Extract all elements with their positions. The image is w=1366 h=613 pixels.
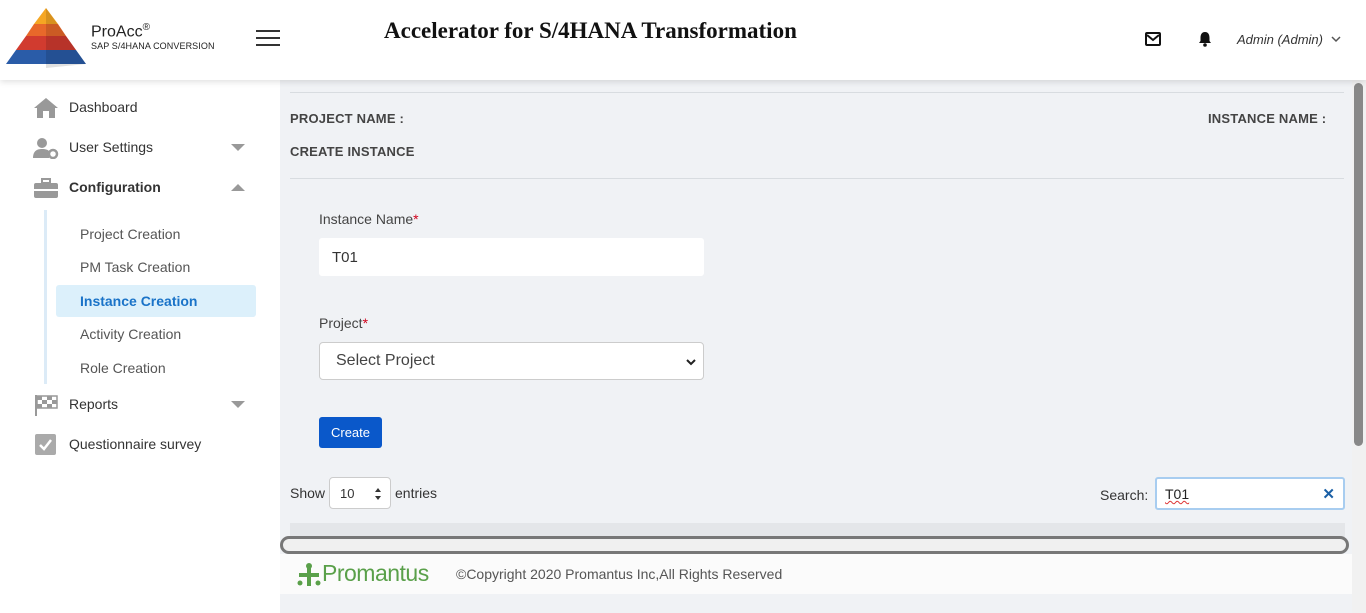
footer: Promantus ©Copyright 2020 Promantus Inc,… [280,554,1352,594]
submenu-item-label: Role Creation [80,360,166,376]
project-select-value: Select Project [336,352,435,369]
vertical-scrollbar[interactable] [1352,80,1366,613]
entries-label: entries [395,485,438,501]
entries-select-value: 10 [340,486,355,501]
show-label: Show [290,485,326,501]
checkbox-icon [35,434,56,455]
copyright-text: ©Copyright 2020 Promantus Inc,All Rights… [456,566,783,582]
submenu-item-instance-creation[interactable]: Instance Creation [56,285,256,317]
sidebar-item-label: Questionnaire survey [69,436,202,452]
mail-icon[interactable] [1144,30,1162,48]
divider [290,178,1344,179]
project-name-label: PROJECT NAME : [290,111,405,126]
search-input-value: T01 [1165,486,1190,502]
promantus-brand: Promantus [322,560,429,586]
search-input[interactable]: T01 ✕ [1155,477,1345,510]
bell-icon[interactable] [1196,30,1214,48]
submenu-item-label: Instance Creation [80,293,198,309]
section-title: CREATE INSTANCE [290,144,415,159]
app-title: Accelerator for S/4HANA Transformation [384,18,797,43]
main-content: PROJECT NAME : INSTANCE NAME : CREATE IN… [280,80,1352,613]
sidebar-item-label: Configuration [69,179,161,195]
scrollbar-thumb[interactable] [1354,83,1363,446]
top-header: ProAcc® SAP S/4HANA CONVERSION Accelerat… [0,0,1366,80]
divider [290,92,1344,93]
sidebar-item-label: User Settings [69,139,154,155]
caret-down-icon [231,144,245,151]
sort-updown-icon [375,488,381,500]
submenu-divider [44,210,47,384]
checkered-flag-icon [35,395,58,416]
instance-name-field-label: Instance Name* [319,211,419,227]
entries-select[interactable]: 10 [329,477,391,509]
sidebar-item-configuration[interactable]: Configuration [0,169,280,205]
project-field-label: Project* [319,315,369,331]
briefcase-icon [34,178,58,198]
submenu-item-project-creation[interactable]: Project Creation [56,218,256,250]
submenu-item-label: PM Task Creation [80,259,191,275]
search-label: Search: [1100,487,1149,503]
project-select[interactable]: Select Project [319,342,704,380]
sidebar-item-dashboard[interactable]: Dashboard [0,89,280,125]
home-icon [34,98,58,118]
menu-toggle-button[interactable] [256,30,280,46]
horizontal-scrollbar[interactable] [280,536,1349,554]
user-gear-icon [33,138,59,159]
submenu-item-label: Project Creation [80,226,181,242]
sidebar: Dashboard User Settings Configuration Pr… [0,80,280,613]
sidebar-item-user-settings[interactable]: User Settings [0,129,280,165]
instance-name-label: INSTANCE NAME : [1208,111,1327,126]
instance-name-input[interactable]: T01 [319,238,704,276]
create-button[interactable]: Create [319,417,382,448]
submenu-item-label: Activity Creation [80,326,182,342]
caret-down-icon [231,401,245,408]
proacc-logo-icon [6,8,86,68]
sidebar-item-label: Reports [69,396,119,412]
brand-subtitle: SAP S/4HANA CONVERSION [91,41,215,51]
chevron-down-icon [686,359,696,366]
brand-name: ProAcc® [91,22,150,41]
sidebar-item-reports[interactable]: Reports [0,386,280,422]
submenu-item-pm-task-creation[interactable]: PM Task Creation [56,251,256,283]
submenu-item-activity-creation[interactable]: Activity Creation [56,318,256,350]
sidebar-item-label: Dashboard [69,99,138,115]
caret-up-icon [231,184,245,191]
clear-search-icon[interactable]: ✕ [1322,485,1335,503]
promantus-logo-icon [297,563,321,586]
submenu-item-role-creation[interactable]: Role Creation [56,352,256,384]
sidebar-item-questionnaire[interactable]: Questionnaire survey [0,426,280,462]
user-menu[interactable]: Admin (Admin) [1237,32,1323,47]
table-header [290,523,1345,537]
chevron-down-icon[interactable] [1331,34,1341,44]
